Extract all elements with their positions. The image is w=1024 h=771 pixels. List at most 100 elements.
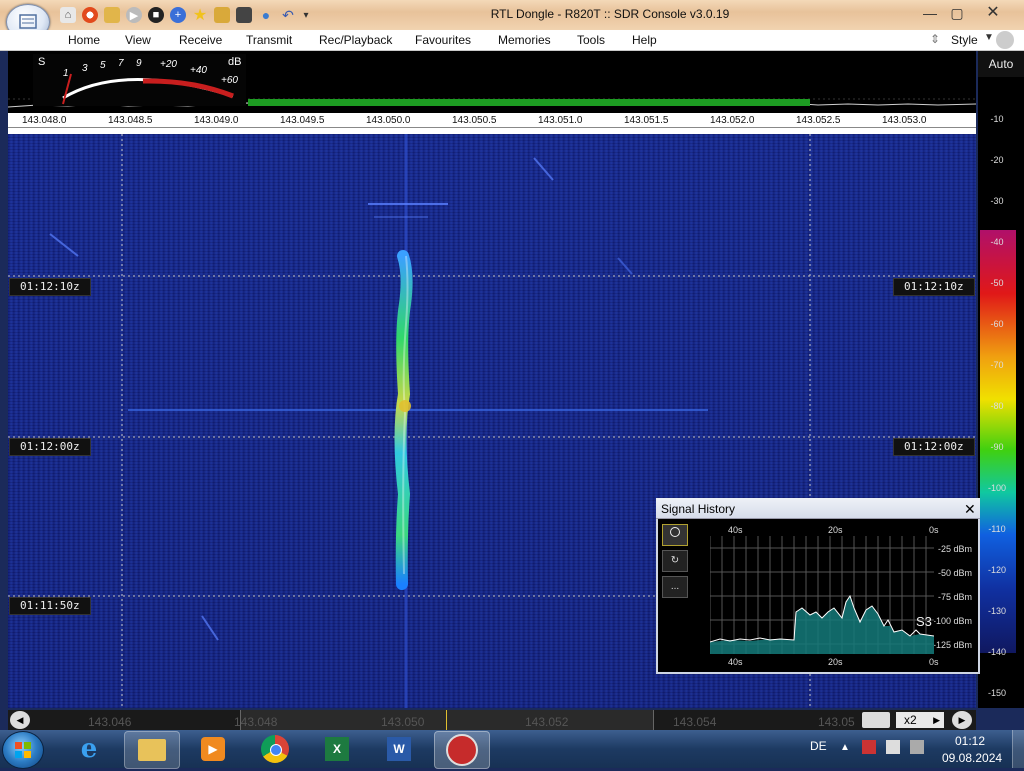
db-label: -110 [988,524,1006,534]
s-meter-tick: +20 [160,59,177,70]
s-unit-reading: S3 [916,614,932,629]
menu-help[interactable]: Help [632,33,657,47]
signal-history-chart[interactable] [709,536,935,654]
word-icon[interactable]: W [372,731,426,767]
menu-home[interactable]: Home [68,33,100,47]
volume-icon[interactable] [910,740,924,754]
s-meter-tick: 3 [82,63,88,74]
close-button[interactable]: ✕ [980,3,1006,23]
excel-icon[interactable]: X [310,731,364,767]
play-icon[interactable]: ▶ [126,7,142,23]
clock-date[interactable]: 09.08.2024 [942,751,1002,765]
file-explorer-icon[interactable] [124,731,180,769]
db-label: -120 [987,565,1006,575]
s-meter-tick: 1 [63,68,69,79]
show-desktop-button[interactable] [1012,730,1024,768]
menu-favourites[interactable]: Favourites [415,33,471,47]
db-label: -100 [987,483,1006,493]
db-label: -140 [987,647,1006,657]
settings-gear-icon[interactable] [996,31,1014,49]
camera-icon[interactable] [236,7,252,23]
scroll-right-icon[interactable]: ▶ [952,711,972,729]
signal-history-title: Signal History [661,502,736,516]
language-indicator[interactable]: DE [810,739,827,753]
s-meter-tick: +40 [190,65,207,76]
sh-bottom-tick: 20s [828,657,843,667]
sh-y-label: -75 dBm [938,592,973,602]
db-scale[interactable]: -10 -20 -30 -40 -50 -60 -70 -80 -90 -100… [978,77,1024,708]
time-marker-right: 01:12:10z [894,279,974,295]
dropdown-icon[interactable]: ▾ [298,7,314,23]
menu-receive[interactable]: Receive [179,33,222,47]
db-label: -10 [990,114,1004,124]
time-marker-right: 01:12:00z [894,439,974,455]
sdr-console-icon[interactable] [434,731,490,769]
s-meter-db-label: dB [228,56,242,68]
overview-tick: 143.052 [525,715,569,729]
freq-tick: 143.053.0 [882,115,927,126]
s-meter-s-label: S [38,56,46,68]
clock-time[interactable]: 01:12 [955,734,985,748]
menu-memories[interactable]: Memories [498,33,551,47]
overview-tick: 143.054 [673,715,717,729]
show-hidden-icons-icon[interactable]: ▲ [840,742,850,753]
media-player-icon[interactable]: ▶ [186,731,240,767]
style-dropdown-icon[interactable]: ▼ [984,32,994,43]
freq-tick: 143.050.5 [452,115,497,126]
db-label: -130 [987,606,1006,616]
drop-icon[interactable]: ● [258,7,274,23]
menu-rec-playback[interactable]: Rec/Playback [319,33,392,47]
internet-explorer-icon[interactable]: e [62,731,116,767]
filter-bandwidth-bar[interactable] [248,99,810,106]
overview-visible-range[interactable] [240,710,654,730]
sh-y-label: -25 dBm [938,544,973,554]
undo-icon[interactable]: ↶ [280,7,296,23]
signal-history-close-icon[interactable]: ✕ [964,501,976,518]
db-label: -150 [987,688,1006,698]
sh-top-tick: 40s [728,525,743,535]
stop-icon[interactable]: ■ [148,7,164,23]
db-label: -40 [990,237,1004,247]
sh-bottom-tick: 40s [728,657,743,667]
folder-icon[interactable] [104,7,120,23]
db-label: -80 [990,401,1004,411]
lock-icon[interactable] [214,7,230,23]
overview-tick: 143.048 [234,715,278,729]
db-label: -60 [990,319,1004,329]
signal-history-plot [709,536,935,654]
signal-history-reset-button[interactable]: ↻ [662,550,688,572]
auto-button[interactable]: Auto [978,51,1024,77]
lifebuoy-icon[interactable] [82,7,98,23]
s-meter-tick: 9 [136,58,142,69]
freq-tick: 143.050.0 [366,115,411,126]
minimize-button[interactable]: — [917,3,943,23]
zoom-selector[interactable]: x2 ▶ [896,712,944,728]
home-icon[interactable]: ⌂ [60,7,76,23]
keyboard-icon[interactable] [862,712,890,728]
plus-icon[interactable]: + [170,7,186,23]
start-button[interactable] [2,731,44,769]
style-menu[interactable]: Style [951,33,978,47]
star-icon[interactable]: ★ [192,7,208,24]
maximize-button[interactable]: ▢ [944,3,970,23]
circle-icon [670,527,680,537]
freq-tick: 143.052.0 [710,115,755,126]
time-marker-left: 01:12:00z [10,439,90,455]
scroll-left-icon[interactable]: ◀ [10,711,30,729]
style-arrows-icon[interactable]: ⇕ [930,32,940,46]
freq-tick: 143.048.5 [108,115,153,126]
s-meter-tick: 5 [100,60,106,71]
sh-bottom-tick: 0s [929,657,939,667]
zoom-value: x2 [904,713,917,727]
db-label: -70 [990,360,1004,370]
overview-tick: 143.046 [88,715,132,729]
signal-history-more-button[interactable]: ... [662,576,688,598]
tray-app-icon[interactable] [862,740,876,754]
menu-tools[interactable]: Tools [577,33,605,47]
signal-history-circle-button[interactable] [662,524,688,546]
network-icon[interactable] [886,740,900,754]
db-label: -20 [990,155,1004,165]
menu-view[interactable]: View [125,33,151,47]
menu-transmit[interactable]: Transmit [246,33,292,47]
chrome-icon[interactable] [248,731,302,767]
